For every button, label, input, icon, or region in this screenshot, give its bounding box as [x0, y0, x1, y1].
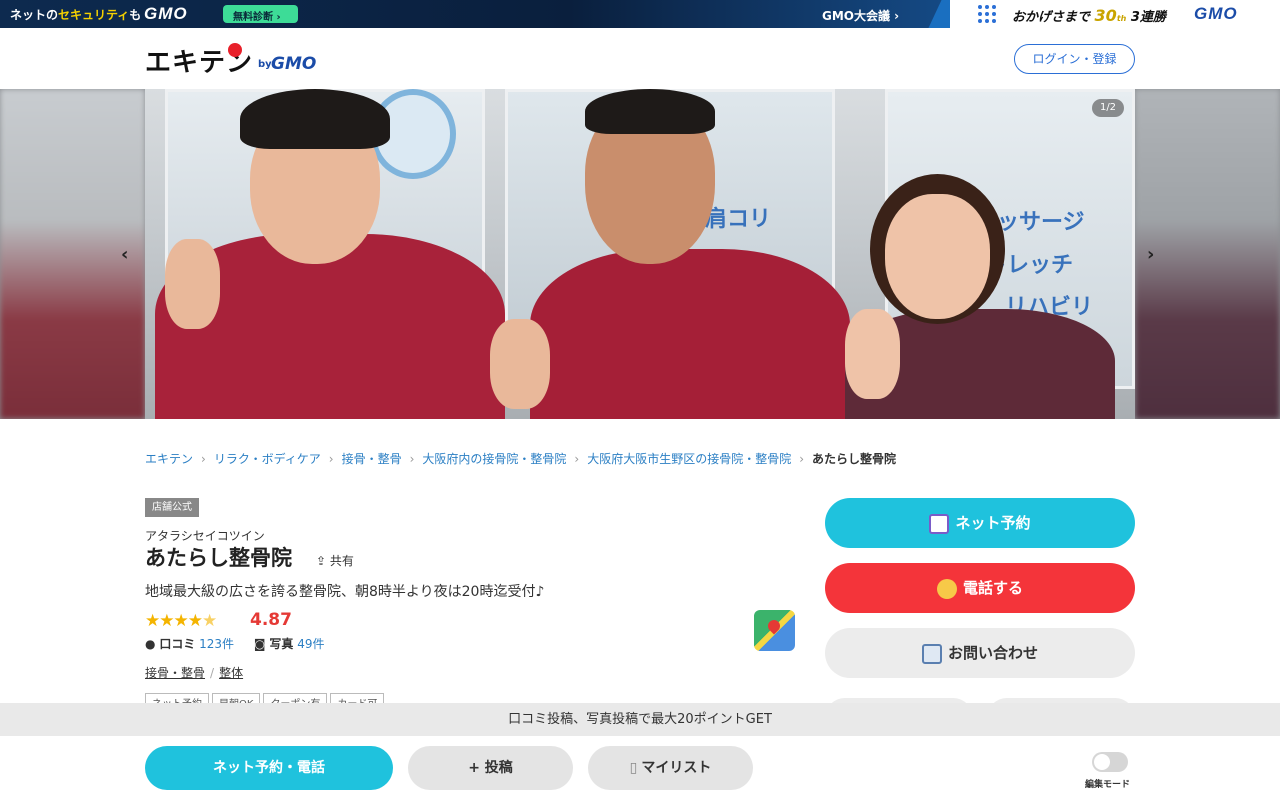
inquiry-label: お問い合わせ	[947, 644, 1038, 662]
breadcrumb: エキテン › リラク・ボディケア › 接骨・整骨 › 大阪府内の接骨院・整骨院 › 大阪府大阪市…	[145, 450, 896, 467]
category-links: 接骨・整骨 / 整体	[145, 664, 243, 681]
breadcrumb-item-ikuno[interactable]: 大阪府大阪市生野区の接骨院・整骨院	[587, 452, 791, 466]
breadcrumb-item-seikotsu[interactable]: 接骨・整骨	[342, 452, 402, 466]
thirty-number: 30	[1094, 6, 1117, 25]
breadcrumb-separator: ›	[409, 452, 415, 466]
bookmark-icon: ▯	[629, 760, 638, 776]
photo-count-link[interactable]: 49件	[297, 637, 324, 651]
security-text: セキュリティ	[58, 8, 130, 22]
rating-stars: ★★★★★	[145, 611, 217, 631]
shop-name: あたらし整骨院	[145, 546, 292, 570]
category-link-seitai[interactable]: 整体	[219, 666, 243, 680]
breadcrumb-item-osaka[interactable]: 大阪府内の接骨院・整骨院	[422, 452, 566, 466]
grid-menu-icon[interactable]	[978, 5, 996, 23]
point-notice-bar: 口コミ投稿、写真投稿で最大20ポイントGET	[0, 703, 1280, 736]
comment-icon: ●	[145, 637, 156, 651]
gmo-security-text: ネットのセキュリティも	[10, 6, 141, 23]
window-text-katakori: 肩コリ	[705, 207, 772, 232]
gmo-left-banner[interactable]: ネットのセキュリティも GMO 無料診断 › GMO大会議 ›	[0, 0, 950, 28]
post-button[interactable]: + 投稿	[408, 746, 573, 790]
photo-carousel[interactable]: 肩コリ マッサージ トレッチ リハビリ 1/2 ‹ ›	[0, 89, 1280, 419]
gmo-logo-left: GMO	[144, 4, 188, 23]
mylist-label: マイリスト	[641, 760, 712, 776]
net-reserve-label: ネット予約	[955, 514, 1031, 532]
share-button[interactable]: ⇪ 共有	[316, 552, 354, 569]
site-header: エキテン by GMO ログイン・登録	[0, 28, 1280, 89]
review-photo-counts: ● 口コミ 123件 ◙ 写真 49件	[145, 635, 325, 652]
shop-catch-copy: 地域最大級の広さを誇る整骨院、朝8時半より夜は20時迄受付♪	[145, 584, 545, 600]
category-separator: /	[210, 666, 215, 680]
share-icon: ⇪	[316, 554, 327, 568]
share-label: 共有	[329, 554, 354, 568]
gmo-right-banner[interactable]: おかげさまで 30th 3連勝 GMO	[950, 0, 1280, 28]
breadcrumb-separator: ›	[201, 452, 206, 466]
review-count-link[interactable]: 123件	[199, 637, 234, 651]
breadcrumb-separator: ›	[328, 452, 334, 466]
toggle-knob	[1094, 754, 1110, 770]
mail-form-icon	[921, 643, 942, 664]
th-suffix: th	[1116, 14, 1127, 23]
mylist-button[interactable]: ▯ マイリスト	[588, 746, 753, 790]
breadcrumb-separator: ›	[574, 452, 580, 466]
chevron-right-icon[interactable]: ›	[1147, 244, 1154, 265]
inquiry-button[interactable]: お問い合わせ	[825, 628, 1135, 678]
mo-text: も	[129, 8, 142, 22]
net-reserve-button[interactable]: ネット予約	[825, 498, 1135, 548]
chevron-left-icon[interactable]: ‹	[121, 244, 128, 265]
reserve-call-button[interactable]: ネット予約・電話	[145, 746, 393, 790]
edit-mode-toggle[interactable]	[1092, 752, 1128, 772]
official-badge: 店舗公式	[145, 498, 199, 517]
gmo-logo-right: GMO	[1194, 4, 1238, 23]
breadcrumb-separator: ›	[799, 452, 805, 466]
category-link-seikotsu[interactable]: 接骨・整骨	[145, 666, 205, 680]
gmo-promo-bar: ネットのセキュリティも GMO 無料診断 › GMO大会議 › おかげさまで 3…	[0, 0, 1280, 28]
login-register-button[interactable]: ログイン・登録	[1014, 44, 1135, 74]
okagesama-text: おかげさまで	[1012, 10, 1091, 25]
gmo-meeting-link[interactable]: GMO大会議 ›	[822, 7, 899, 24]
rating-score: 4.87	[250, 610, 292, 630]
star-icon: ★★★★	[145, 611, 203, 631]
breadcrumb-item-ekiten[interactable]: エキテン	[145, 452, 193, 466]
consecutive-wins-text: 3連勝	[1130, 10, 1166, 25]
carousel-counter: 1/2	[1092, 99, 1124, 117]
phone-icon	[936, 578, 957, 599]
carousel-next-preview	[1135, 89, 1280, 419]
net-text: ネットの	[10, 8, 59, 22]
call-button[interactable]: 電話する	[825, 563, 1135, 613]
camera-icon: ◙	[253, 637, 266, 651]
free-diagnosis-button[interactable]: 無料診断 ›	[223, 5, 298, 23]
logo-gmo-text: GMO	[271, 54, 317, 74]
thirty-wins-text: おかげさまで 30th 3連勝	[1012, 6, 1166, 25]
breadcrumb-current: あたらし整骨院	[812, 452, 897, 466]
review-label: 口コミ	[159, 637, 196, 651]
edit-mode-label: 編集モード	[1085, 780, 1131, 790]
logo-dot-icon	[228, 43, 242, 57]
breadcrumb-item-relax[interactable]: リラク・ボディケア	[214, 452, 321, 466]
half-star-icon: ★	[201, 611, 217, 631]
call-label: 電話する	[962, 579, 1023, 597]
logo-by-text: by	[258, 59, 272, 70]
carousel-main-photo: 肩コリ マッサージ トレッチ リハビリ	[145, 89, 1135, 419]
calendar-icon	[929, 513, 950, 534]
bottom-action-bar: ネット予約・電話 + 投稿 ▯ マイリスト 編集モード	[0, 736, 1280, 800]
photo-label: 写真	[269, 637, 294, 651]
